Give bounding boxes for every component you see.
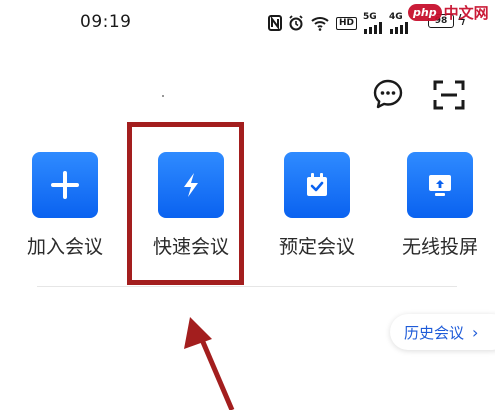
- divider: [37, 286, 457, 287]
- signal-4g-icon: 4G: [389, 12, 409, 34]
- watermark: php 中文网: [408, 2, 489, 23]
- annotation-arrow: [184, 317, 235, 410]
- scan-button[interactable]: [432, 78, 466, 112]
- alarm-icon: [288, 15, 304, 31]
- highlight-box: [127, 122, 244, 285]
- plus-icon: [51, 171, 79, 199]
- chevron-right-icon: ›: [472, 322, 479, 342]
- status-icons: HD 5G 4G: [268, 8, 409, 38]
- calendar-check-icon: [307, 173, 327, 196]
- wireless-cast-tile[interactable]: [407, 152, 473, 218]
- join-meeting-tile[interactable]: [32, 152, 98, 218]
- wireless-cast-label: 无线投屏: [401, 236, 478, 258]
- signal-5g-icon: 5G: [363, 12, 383, 34]
- dot-mark: [162, 95, 164, 97]
- watermark-text: 中文网: [443, 4, 489, 22]
- nfc-icon: [268, 15, 282, 31]
- wifi-icon: [310, 15, 330, 31]
- status-time: 09:19: [80, 12, 132, 32]
- history-meetings-label: 历史会议: [404, 323, 465, 342]
- chat-button[interactable]: [372, 78, 404, 110]
- hd-badge: HD: [336, 16, 358, 30]
- watermark-logo: php: [408, 4, 442, 21]
- schedule-meeting-tile[interactable]: [284, 152, 350, 218]
- chat-bubble-icon: [373, 79, 403, 109]
- screen-cast-icon: [429, 175, 451, 196]
- join-meeting-label: 加入会议: [26, 236, 103, 258]
- status-bar: 09:19 HD 5G 4G 98 ϟ php 中文网: [0, 0, 495, 46]
- history-meetings-button[interactable]: 历史会议 ›: [390, 314, 495, 350]
- scan-icon: [433, 80, 465, 110]
- schedule-meeting-label: 预定会议: [278, 236, 355, 258]
